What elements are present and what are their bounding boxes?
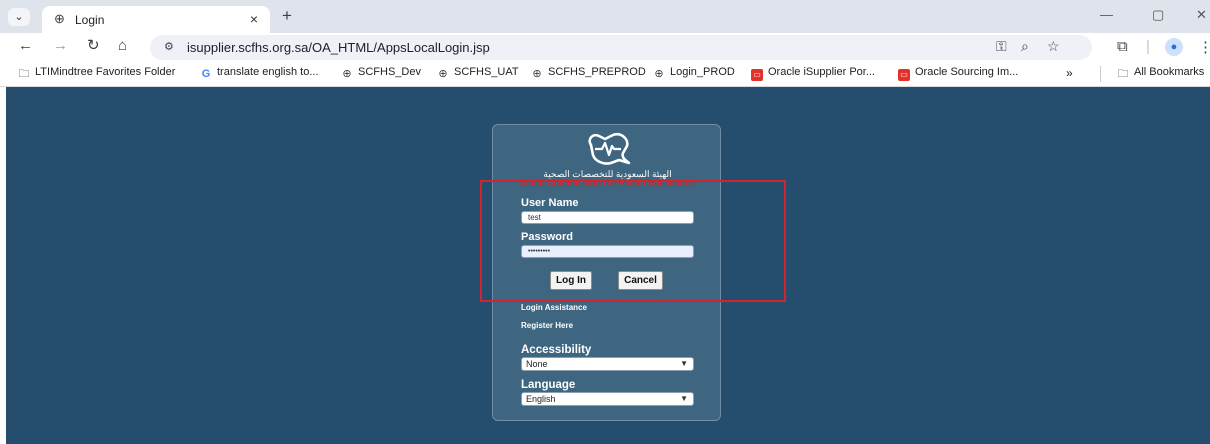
login-assistance-link[interactable]: Login Assistance (521, 303, 587, 312)
restore-button[interactable]: ▢ (1152, 7, 1164, 23)
globe-icon: ⊕ (532, 68, 542, 80)
bookmark-scfhs-preprod[interactable]: ⊕ SCFHS_PREPROD (531, 66, 645, 80)
accessibility-label: Accessibility (521, 344, 592, 356)
chevron-down-icon: ▼ (680, 359, 688, 368)
register-here-link[interactable]: Register Here (521, 321, 573, 330)
browser-toolbar: ← → ↻ ⌂ ⚙ isupplier.scfhs.org.sa/OA_HTML… (0, 33, 1210, 61)
back-arrow-icon[interactable]: ← (18, 38, 33, 54)
accessibility-select[interactable]: None ▼ (521, 357, 694, 371)
globe-icon: ⊕ (342, 68, 352, 80)
tab-strip: ⌄ ⊕ Login × + — ▢ ✕ (0, 0, 1210, 33)
language-label: Language (521, 379, 576, 391)
url-text: isupplier.scfhs.org.sa/OA_HTML/AppsLocal… (187, 40, 490, 55)
language-select[interactable]: English ▼ (521, 392, 694, 406)
accessibility-selected-value: None (526, 359, 548, 369)
bookmark-oracle-sourcing[interactable]: ▭ Oracle Sourcing Im... (898, 66, 1018, 81)
tab-close-icon[interactable]: × (250, 11, 258, 27)
bookmark-login-prod[interactable]: ⊕ Login_PROD (653, 66, 734, 80)
folder-icon: 🗀 (18, 68, 30, 80)
address-bar[interactable]: ⚙ isupplier.scfhs.org.sa/OA_HTML/AppsLoc… (150, 35, 1092, 60)
language-selected-value: English (526, 394, 556, 404)
bookmarks-overflow-icon[interactable]: » (1066, 66, 1073, 80)
extensions-icon[interactable]: ⧉ (1117, 38, 1128, 55)
bookmark-scfhs-uat[interactable]: ⊕ SCFHS_UAT (437, 66, 518, 80)
scfhs-logo-icon (588, 133, 631, 165)
bookmark-oracle-isupplier[interactable]: ▭ Oracle iSupplier Por... (751, 66, 875, 81)
toolbar-divider: | (1146, 38, 1150, 55)
bookmark-star-icon[interactable]: ☆ (1047, 38, 1060, 55)
reload-icon[interactable]: ↻ (87, 38, 100, 54)
annotation-highlight-box (480, 180, 786, 302)
bookmark-translate[interactable]: Gtranslate english to... (200, 66, 319, 80)
zoom-icon[interactable]: ⌕ (1021, 38, 1029, 55)
minimize-button[interactable]: — (1100, 7, 1113, 22)
home-icon[interactable]: ⌂ (118, 38, 127, 54)
tab-title: Login (75, 13, 105, 27)
browser-tab-login[interactable]: ⊕ Login × (42, 6, 270, 33)
all-bookmarks-folder[interactable]: 🗀 All Bookmarks (1117, 66, 1205, 80)
new-tab-button[interactable]: + (282, 6, 292, 26)
menu-kebab-icon[interactable]: ⋮ (1198, 38, 1210, 56)
google-icon: G (201, 68, 211, 80)
close-window-button[interactable]: ✕ (1196, 7, 1207, 23)
folder-icon: 🗀 (1117, 68, 1129, 80)
tab-search-button[interactable]: ⌄ (8, 8, 30, 26)
bookmark-scfhs-dev[interactable]: ⊕ SCFHS_Dev (341, 66, 421, 80)
password-key-icon[interactable]: ⚿ (996, 38, 1007, 55)
oracle-icon: ▭ (751, 69, 763, 81)
page-background: الهيئة السعودية للتخصصات الصحية Saudi Co… (6, 87, 1210, 444)
bookmarks-bar: 🗀 LTIMindtree Favorites Folder Gtranslate… (0, 61, 1210, 87)
globe-icon: ⊕ (438, 68, 448, 80)
oracle-icon: ▭ (898, 69, 910, 81)
bookmarks-divider (1100, 66, 1101, 82)
chevron-down-icon: ▼ (680, 394, 688, 403)
bookmark-ltimindtree[interactable]: 🗀 LTIMindtree Favorites Folder (18, 66, 176, 80)
profile-avatar-icon[interactable]: ● (1165, 38, 1183, 56)
forward-arrow-icon[interactable]: → (53, 38, 68, 54)
globe-icon: ⊕ (654, 68, 664, 80)
globe-icon: ⊕ (54, 11, 65, 26)
site-info-icon[interactable]: ⚙ (164, 40, 174, 53)
